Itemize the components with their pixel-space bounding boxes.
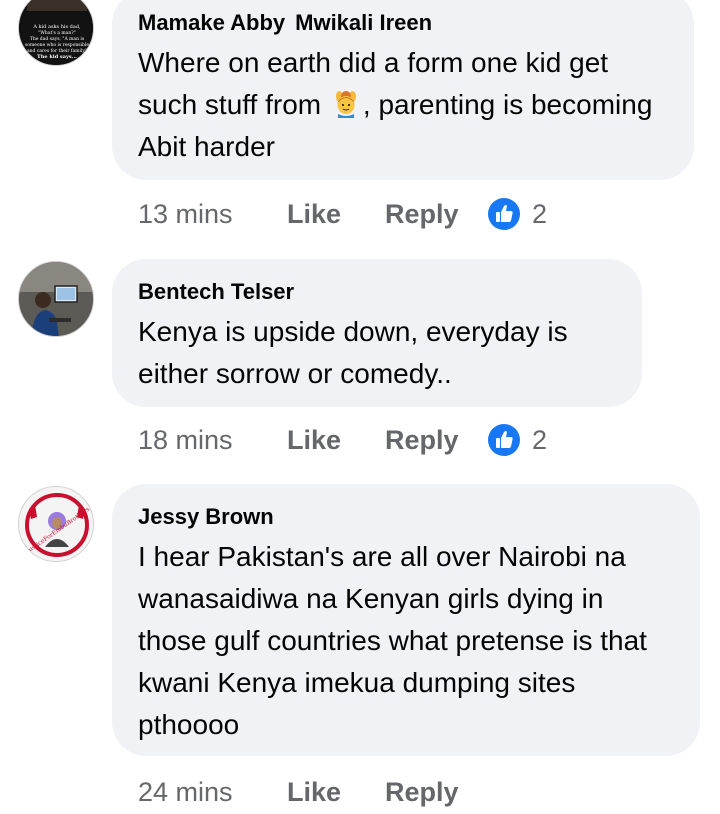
comment-author[interactable]: Mamake Abby Mwikali Ireen [138,10,666,36]
comment-text: Where on earth did a form one kid get su… [138,42,666,168]
avatar-line: "What's a man?" [38,30,76,36]
comment-bubble[interactable]: Jessy Brown I hear Pakistan's are all ov… [112,484,700,756]
like-button[interactable]: Like [287,420,341,460]
tagged-name[interactable]: Mwikali Ireen [295,10,432,35]
reaction-count: 2 [532,199,548,229]
avatar[interactable]: #JusticeForEmbuBrothers [18,486,94,562]
reply-button[interactable]: Reply [385,194,459,234]
reaction-summary[interactable]: 2 [488,424,547,456]
like-button[interactable]: Like [287,772,341,812]
timestamp[interactable]: 18 mins [138,420,233,460]
comment-author[interactable]: Jessy Brown [138,504,672,530]
author-name[interactable]: Mamake Abby [138,10,285,35]
reaction-summary[interactable]: 2 [488,198,547,230]
comment-bubble[interactable]: Bentech Telser Kenya is upside down, eve… [112,259,642,407]
avatar[interactable] [18,261,94,337]
comment-author[interactable]: Bentech Telser [138,279,614,305]
comment-text: Kenya is upside down, everyday is either… [138,316,568,389]
reaction-count: 2 [532,425,548,455]
reply-button[interactable]: Reply [385,420,459,460]
comment-bubble[interactable]: Mamake Abby Mwikali Ireen Where on earth … [112,0,694,180]
avatar-line: someone who is responsible [25,42,89,48]
like-button[interactable]: Like [287,194,341,234]
timestamp[interactable]: 13 mins [138,194,233,234]
person-gesturing-ok-emoji [335,91,356,118]
like-thumb-icon [488,198,520,230]
avatar-image [19,262,93,336]
avatar-line: A kid asks his dad, [32,24,81,30]
comment-text: I hear Pakistan's are all over Nairobi n… [138,541,647,740]
avatar-line: The kid says... [37,54,77,60]
avatar-line: The dad says, "A man is [30,36,85,42]
avatar-image: #JusticeForEmbuBrothers [19,487,93,561]
avatar[interactable]: A kid asks his dad, "What's a man?" The … [18,0,94,66]
like-thumb-icon [488,424,520,456]
reply-button[interactable]: Reply [385,772,459,812]
avatar-image: A kid asks his dad, "What's a man?" The … [19,0,93,65]
timestamp[interactable]: 24 mins [138,772,233,812]
